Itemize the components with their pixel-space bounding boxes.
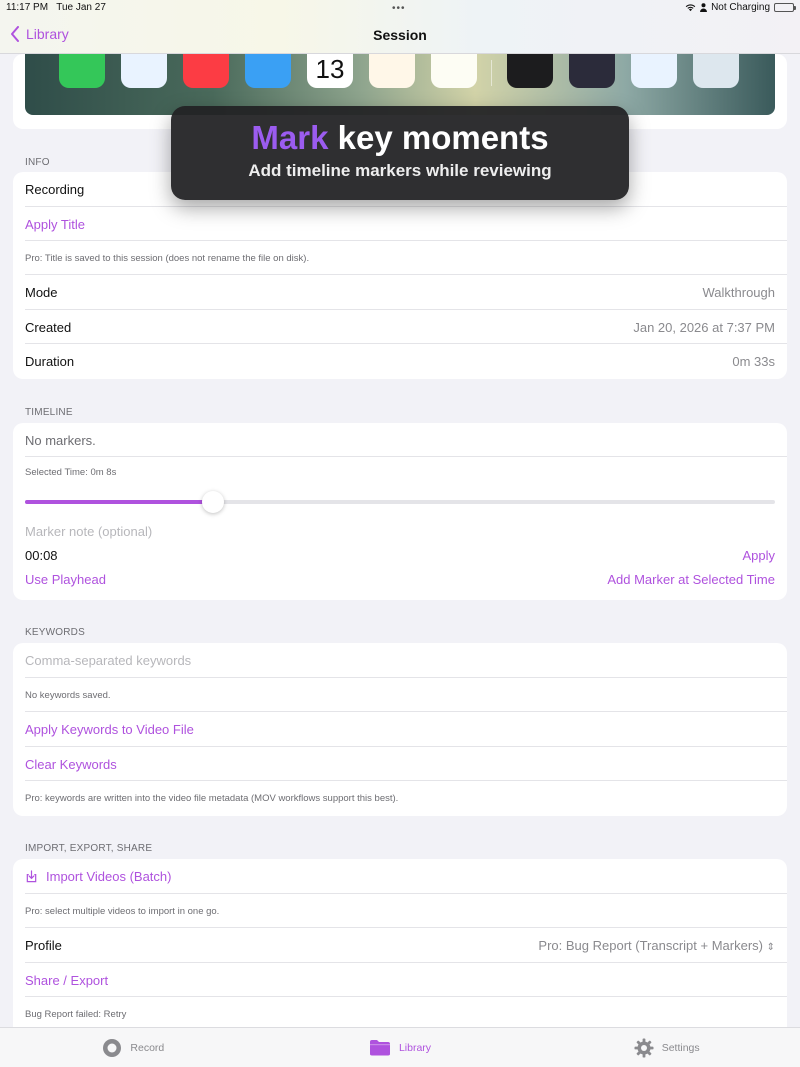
add-marker-button[interactable]: Add Marker at Selected Time	[607, 572, 775, 587]
music-app-icon	[183, 54, 229, 88]
tab-record-label: Record	[130, 1041, 165, 1054]
record-icon	[103, 1038, 122, 1057]
tab-bar: Record Library Settings	[0, 1027, 800, 1067]
status-date: Tue Jan 27	[56, 2, 106, 13]
import-export-card: Import Videos (Batch) Pro: select multip…	[13, 859, 787, 1027]
tab-library[interactable]: Library	[267, 1028, 534, 1067]
no-keywords-text: No keywords saved.	[25, 689, 111, 701]
markers-row: No markers.	[13, 423, 787, 457]
created-label: Created	[25, 319, 72, 335]
info-header: INFO	[25, 157, 50, 168]
duration-row: Duration 0m 33s	[13, 344, 787, 379]
gear-icon	[634, 1038, 654, 1057]
apply-title-button[interactable]: Apply Title	[13, 207, 787, 241]
time-apply-row: 00:08 Apply	[13, 545, 787, 565]
recording-label: Recording	[25, 182, 85, 197]
multitask-dots[interactable]: •••	[392, 3, 406, 14]
notes-app-icon	[431, 54, 477, 88]
tab-settings[interactable]: Settings	[533, 1028, 800, 1067]
banner-headline: Mark key moments	[171, 120, 629, 156]
tab-settings-label: Settings	[661, 1041, 700, 1054]
power-status: Not Charging	[711, 2, 770, 13]
banner-highlight: Mark	[251, 119, 329, 156]
person-icon	[700, 3, 708, 12]
timeline-header: TIMELINE	[25, 407, 73, 418]
keywords-note-text: Pro: keywords are written into the video…	[25, 793, 399, 804]
import-note: Pro: select multiple videos to import in…	[13, 894, 787, 928]
app-library-icon	[693, 54, 739, 88]
title-note: Pro: Title is saved to this session (doe…	[13, 241, 787, 275]
calendar-app-icon: 13	[307, 54, 353, 88]
time-value-field[interactable]: 00:08	[25, 548, 58, 563]
keywords-note: Pro: keywords are written into the video…	[13, 781, 787, 816]
folder-icon	[369, 1040, 390, 1056]
mode-label: Mode	[25, 285, 58, 300]
promo-banner: Mark key moments Add timeline markers wh…	[171, 106, 629, 200]
banner-headline-rest: key moments	[328, 119, 549, 156]
profile-value: Pro: Bug Report (Transcript + Markers)	[538, 938, 763, 953]
no-markers-text: No markers.	[25, 432, 96, 448]
nav-title: Session	[373, 27, 427, 43]
tab-library-label: Library	[398, 1041, 432, 1054]
selected-time-text: Selected Time: 0m 8s	[25, 466, 117, 478]
profile-picker[interactable]: Profile Pro: Bug Report (Transcript + Ma…	[13, 928, 787, 963]
safari-app-icon-2	[631, 54, 677, 88]
recorder-app-icon	[569, 54, 615, 88]
clock-app-icon	[507, 54, 553, 88]
title-note-text: Pro: Title is saved to this session (doe…	[25, 252, 310, 264]
photos-app-icon	[369, 54, 415, 88]
keywords-input[interactable]: Comma-separated keywords	[13, 643, 787, 678]
messages-app-icon	[59, 54, 105, 88]
bug-report-status-text: Bug Report failed: Retry	[25, 1009, 127, 1020]
battery-icon	[774, 3, 796, 12]
created-row: Created Jan 20, 2026 at 7:37 PM	[13, 310, 787, 344]
keywords-card: Comma-separated keywords No keywords sav…	[13, 643, 787, 816]
chevron-up-down-icon: ⇕	[766, 942, 775, 953]
dock-divider	[491, 60, 492, 86]
mail-app-icon	[245, 54, 291, 88]
import-note-text: Pro: select multiple videos to import in…	[25, 905, 220, 917]
mode-value: Walkthrough	[702, 285, 776, 300]
slider-fill	[25, 500, 213, 504]
keywords-placeholder: Comma-separated keywords	[25, 653, 192, 668]
status-time-date: 11:17 PM Tue Jan 27	[6, 2, 106, 13]
use-playhead-button[interactable]: Use Playhead	[25, 572, 106, 587]
marker-note-placeholder: Marker note (optional)	[25, 523, 153, 539]
apply-keywords-label: Apply Keywords to Video File	[25, 722, 194, 737]
duration-value: 0m 33s	[732, 354, 775, 369]
share-export-label: Share / Export	[25, 972, 109, 988]
keywords-header: KEYWORDS	[25, 627, 85, 638]
marker-note-field[interactable]: Marker note (optional)	[13, 521, 787, 541]
status-time: 11:17 PM	[6, 2, 49, 13]
clear-keywords-label: Clear Keywords	[25, 756, 117, 772]
profile-label: Profile	[25, 938, 62, 953]
timeline-card: No markers. Selected Time: 0m 8s Marker …	[13, 423, 787, 600]
time-slider[interactable]	[25, 491, 775, 513]
banner-subtitle: Add timeline markers while reviewing	[248, 161, 552, 180]
top-bar: 11:17 PM Tue Jan 27 ••• Not Charging Lib…	[0, 0, 800, 54]
import-export-header: IMPORT, EXPORT, SHARE	[25, 843, 153, 854]
profile-value-wrap: Pro: Bug Report (Transcript + Markers) ⇕	[538, 938, 775, 953]
slider-thumb[interactable]	[201, 491, 224, 513]
mode-row: Mode Walkthrough	[13, 275, 787, 310]
apply-keywords-button[interactable]: Apply Keywords to Video File	[13, 712, 787, 747]
safari-app-icon	[121, 54, 167, 88]
bug-report-status[interactable]: Bug Report failed: Retry	[13, 997, 787, 1027]
keywords-status: No keywords saved.	[13, 678, 787, 712]
status-right: Not Charging	[685, 2, 796, 13]
clear-keywords-button[interactable]: Clear Keywords	[13, 747, 787, 781]
wifi-icon	[685, 4, 696, 12]
marker-actions-row: Use Playhead Add Marker at Selected Time	[13, 569, 787, 589]
selected-time-row: Selected Time: 0m 8s	[13, 463, 787, 481]
tab-record[interactable]: Record	[0, 1028, 267, 1067]
import-batch-label: Import Videos (Batch)	[46, 869, 172, 884]
info-card: Recording Apply Title Pro: Title is save…	[13, 172, 787, 379]
share-export-button[interactable]: Share / Export	[13, 963, 787, 997]
created-value: Jan 20, 2026 at 7:37 PM	[633, 319, 775, 335]
import-icon	[26, 870, 37, 883]
import-batch-button[interactable]: Import Videos (Batch)	[13, 859, 787, 894]
duration-label: Duration	[25, 354, 75, 369]
apply-title-label: Apply Title	[25, 216, 85, 232]
apply-time-button[interactable]: Apply	[742, 548, 775, 563]
